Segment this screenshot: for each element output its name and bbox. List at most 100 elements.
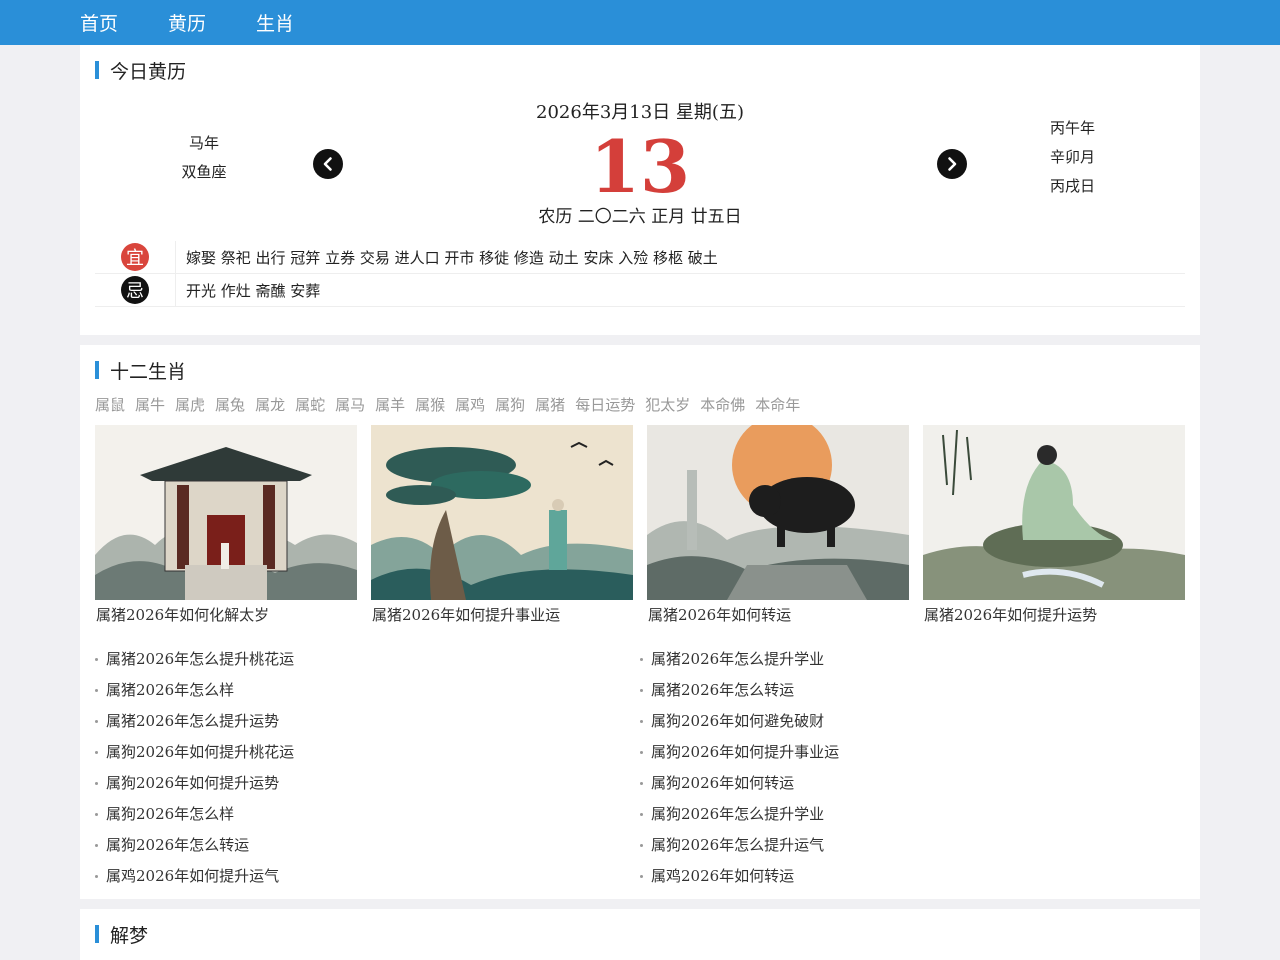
list-item[interactable]: 属猪2026年怎么提升学业: [640, 644, 1185, 675]
list-item-label[interactable]: 属鸡2026年如何转运: [651, 867, 794, 885]
zodiac-tab[interactable]: 属牛: [135, 394, 165, 415]
article-image-temple[interactable]: [95, 425, 357, 600]
list-item-label[interactable]: 属猪2026年怎么提升学业: [651, 650, 824, 668]
list-item[interactable]: 属狗2026年如何提升事业运: [640, 737, 1185, 768]
yi-badge-cell: 宜: [95, 241, 176, 273]
bullet-icon: [640, 750, 643, 754]
bullet-icon: [640, 781, 643, 785]
article-caption[interactable]: 属猪2026年如何提升运势: [923, 604, 1185, 626]
list-item[interactable]: 属猪2026年怎么提升桃花运: [95, 644, 640, 675]
nav-zodiac[interactable]: 生肖: [256, 9, 294, 36]
bullet-icon: [95, 843, 98, 847]
zodiac-tab[interactable]: 本命年: [755, 394, 800, 415]
top-nav: 首页 黄历 生肖: [0, 0, 1280, 45]
zodiac-tab[interactable]: 属蛇: [295, 394, 325, 415]
list-item-label[interactable]: 属狗2026年如何提升运势: [106, 774, 279, 792]
list-item-label[interactable]: 属狗2026年如何转运: [651, 774, 794, 792]
title-bar-decoration: [95, 61, 99, 79]
bullet-icon: [95, 657, 98, 661]
zodiac-tab[interactable]: 属马: [335, 394, 365, 415]
bullet-icon: [640, 874, 643, 878]
dream-section-title: 解梦: [95, 909, 1185, 959]
list-item-label[interactable]: 属猪2026年怎么样: [106, 681, 234, 699]
list-item-label[interactable]: 属鸡2026年如何提升运气: [106, 867, 279, 885]
zodiac-tab[interactable]: 属狗: [495, 394, 525, 415]
article-caption[interactable]: 属猪2026年如何化解太岁: [95, 604, 357, 626]
ji-badge-cell: 忌: [95, 274, 176, 306]
bullet-icon: [640, 657, 643, 661]
zodiac-section-title: 十二生肖: [95, 345, 1185, 395]
title-bar-decoration: [95, 925, 99, 943]
zodiac-tab[interactable]: 属虎: [175, 394, 205, 415]
zodiac-tab[interactable]: 属龙: [255, 394, 285, 415]
article-list-left: 属猪2026年怎么提升桃花运 属猪2026年怎么样 属猪2026年怎么提升运势 …: [95, 644, 640, 892]
list-item[interactable]: 属猪2026年怎么样: [95, 675, 640, 706]
list-item-label[interactable]: 属狗2026年怎么提升学业: [651, 805, 824, 823]
list-item[interactable]: 属鸡2026年如何提升运气: [95, 861, 640, 892]
zodiac-tab[interactable]: 犯太岁: [645, 394, 690, 415]
list-item[interactable]: 属猪2026年怎么提升运势: [95, 706, 640, 737]
zodiac-tab[interactable]: 属鼠: [95, 394, 125, 415]
bullet-icon: [95, 750, 98, 754]
almanac-panel: 今日黄历 2026年3月13日 星期(五) 马年 双鱼座 13 丙午年 辛卯月 …: [80, 45, 1200, 335]
almanac-section-title: 今日黄历: [95, 45, 1185, 95]
dream-panel: 解梦: [80, 909, 1200, 960]
zodiac-tab[interactable]: 属猴: [415, 394, 445, 415]
article-lists: 属猪2026年怎么提升桃花运 属猪2026年怎么样 属猪2026年怎么提升运势 …: [95, 644, 1185, 904]
list-item[interactable]: 属鸡2026年如何转运: [640, 861, 1185, 892]
zodiac-tab[interactable]: 本命佛: [700, 394, 745, 415]
article-caption[interactable]: 属猪2026年如何转运: [647, 604, 909, 626]
bullet-icon: [640, 812, 643, 816]
zodiac-tab[interactable]: 每日运势: [575, 394, 635, 415]
zodiac-tabs: 属鼠 属牛 属虎 属兔 属龙 属蛇 属马 属羊 属猴 属鸡 属狗 属猪 每日运势…: [95, 393, 1185, 415]
article-card[interactable]: 属猪2026年如何提升运势: [923, 425, 1185, 626]
next-day-button[interactable]: [937, 149, 967, 179]
list-item[interactable]: 属狗2026年怎么提升学业: [640, 799, 1185, 830]
list-item-label[interactable]: 属狗2026年怎么转运: [106, 836, 249, 854]
ji-badge: 忌: [121, 276, 149, 304]
yi-text: 嫁娶 祭祀 出行 冠笄 立券 交易 进人口 开市 移徙 修造 动土 安床 入殓 …: [186, 248, 718, 267]
article-image-boar[interactable]: [647, 425, 909, 600]
list-item[interactable]: 属狗2026年如何提升运势: [95, 768, 640, 799]
list-item-label[interactable]: 属狗2026年如何避免破财: [651, 712, 824, 730]
article-card[interactable]: 属猪2026年如何提升事业运: [371, 425, 633, 626]
list-item[interactable]: 属狗2026年如何避免破财: [640, 706, 1185, 737]
bullet-icon: [95, 812, 98, 816]
calendar-right-info: 丙午年 辛卯月 丙戌日: [1050, 114, 1095, 201]
list-item[interactable]: 属狗2026年怎么样: [95, 799, 640, 830]
list-item-label[interactable]: 属狗2026年怎么提升运气: [651, 836, 824, 854]
list-item-label[interactable]: 属猪2026年怎么转运: [651, 681, 794, 699]
article-image-pine[interactable]: [371, 425, 633, 600]
article-card[interactable]: 属猪2026年如何化解太岁: [95, 425, 357, 626]
nav-home[interactable]: 首页: [80, 9, 118, 36]
zodiac-tab[interactable]: 属兔: [215, 394, 245, 415]
yi-row: 宜 嫁娶 祭祀 出行 冠笄 立券 交易 进人口 开市 移徙 修造 动土 安床 入…: [95, 241, 1185, 274]
ji-text: 开光 作灶 斋醮 安葬: [186, 281, 321, 300]
article-card[interactable]: 属猪2026年如何转运: [647, 425, 909, 626]
ji-row: 忌 开光 作灶 斋醮 安葬: [95, 274, 1185, 307]
title-bar-decoration: [95, 361, 99, 379]
list-item-label[interactable]: 属猪2026年怎么提升运势: [106, 712, 279, 730]
list-item[interactable]: 属狗2026年如何转运: [640, 768, 1185, 799]
article-cards: 属猪2026年如何化解太岁 属猪2026年如何提升事业运 属猪2026年如何转运…: [95, 425, 1185, 626]
list-item[interactable]: 属狗2026年怎么提升运气: [640, 830, 1185, 861]
zodiac-tab[interactable]: 属鸡: [455, 394, 485, 415]
chevron-right-icon: [948, 157, 957, 171]
bullet-icon: [95, 874, 98, 878]
list-item-label[interactable]: 属狗2026年怎么样: [106, 805, 234, 823]
list-item[interactable]: 属猪2026年怎么转运: [640, 675, 1185, 706]
bullet-icon: [640, 719, 643, 723]
list-item[interactable]: 属狗2026年怎么转运: [95, 830, 640, 861]
article-list-right: 属猪2026年怎么提升学业 属猪2026年怎么转运 属狗2026年如何避免破财 …: [640, 644, 1185, 892]
article-caption[interactable]: 属猪2026年如何提升事业运: [371, 604, 633, 626]
calendar-main: 马年 双鱼座 13 丙午年 辛卯月 丙戌日: [95, 119, 1185, 209]
list-item-label[interactable]: 属猪2026年怎么提升桃花运: [106, 650, 294, 668]
article-image-figure[interactable]: [923, 425, 1185, 600]
list-item[interactable]: 属狗2026年如何提升桃花运: [95, 737, 640, 768]
zodiac-tab[interactable]: 属猪: [535, 394, 565, 415]
list-item-label[interactable]: 属狗2026年如何提升桃花运: [106, 743, 294, 761]
zodiac-tab[interactable]: 属羊: [375, 394, 405, 415]
list-item-label[interactable]: 属狗2026年如何提升事业运: [651, 743, 839, 761]
nav-almanac[interactable]: 黄历: [168, 9, 206, 36]
